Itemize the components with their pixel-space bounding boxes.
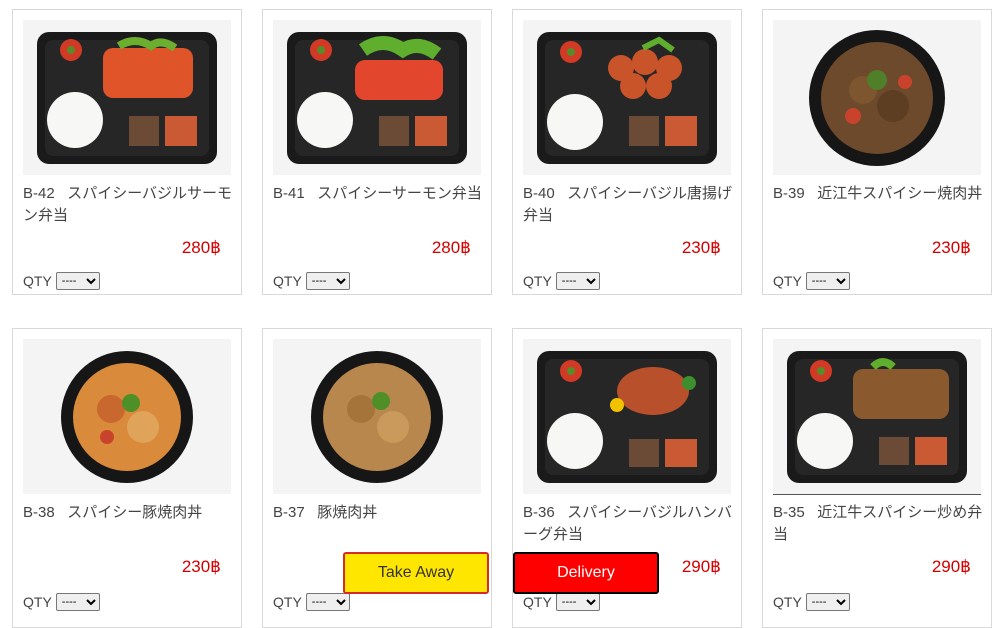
product-card[interactable]: B-41 スパイシーサーモン弁当 280฿ QTY ---- <box>262 9 492 295</box>
product-price: 280฿ <box>431 238 471 257</box>
qty-select[interactable]: ---- <box>805 593 850 611</box>
product-image[interactable] <box>23 20 231 175</box>
qty-control: QTY ---- <box>23 593 100 611</box>
product-image[interactable] <box>523 20 731 175</box>
qty-label: QTY <box>523 273 552 289</box>
product-image[interactable] <box>273 339 481 494</box>
product-name: B-38 スパイシー豚焼肉丼 <box>23 504 203 521</box>
product-name: B-41 スパイシーサーモン弁当 <box>273 185 482 202</box>
qty-label: QTY <box>773 273 802 289</box>
product-price: 290฿ <box>931 557 971 576</box>
product-name: B-35 近江牛スパイシー炒め弁当 <box>773 504 983 543</box>
product-price: 230฿ <box>181 557 221 576</box>
product-image[interactable] <box>273 20 481 175</box>
qty-select[interactable]: ---- <box>55 272 100 290</box>
product-card[interactable]: B-39 近江牛スパイシー焼肉丼 230฿ QTY ---- <box>762 9 992 295</box>
product-image[interactable] <box>773 20 981 175</box>
product-card[interactable]: B-42 スパイシーバジルサーモン弁当 280฿ QTY ---- <box>12 9 242 295</box>
product-card[interactable]: B-40 スパイシーバジル唐揚げ弁当 230฿ QTY ---- <box>512 9 742 295</box>
product-image[interactable] <box>523 339 731 494</box>
take-away-button[interactable]: Take Away <box>343 552 489 594</box>
product-name: B-37 豚焼肉丼 <box>273 504 378 521</box>
product-price: 230฿ <box>681 238 721 257</box>
qty-control: QTY ---- <box>273 593 350 611</box>
qty-select[interactable]: ---- <box>305 272 350 290</box>
product-card[interactable]: B-35 近江牛スパイシー炒め弁当 290฿ QTY ---- <box>762 328 992 628</box>
qty-control: QTY ---- <box>773 593 850 611</box>
qty-select[interactable]: ---- <box>305 593 350 611</box>
product-name: B-42 スパイシーバジルサーモン弁当 <box>23 185 233 224</box>
product-name: B-36 スパイシーバジルハンバーグ弁当 <box>523 504 733 543</box>
product-price: 290฿ <box>681 557 721 576</box>
qty-select[interactable]: ---- <box>555 593 600 611</box>
qty-label: QTY <box>273 273 302 289</box>
qty-select[interactable]: ---- <box>555 272 600 290</box>
qty-control: QTY ---- <box>523 593 600 611</box>
qty-label: QTY <box>23 273 52 289</box>
product-name: B-39 近江牛スパイシー焼肉丼 <box>773 185 983 202</box>
qty-control: QTY ---- <box>23 272 100 290</box>
qty-select[interactable]: ---- <box>55 593 100 611</box>
delivery-button[interactable]: Delivery <box>513 552 659 594</box>
product-image[interactable] <box>23 339 231 494</box>
product-price: 280฿ <box>181 238 221 257</box>
product-card[interactable]: B-38 スパイシー豚焼肉丼 230฿ QTY ---- <box>12 328 242 628</box>
product-image[interactable] <box>773 339 981 495</box>
qty-control: QTY ---- <box>273 272 350 290</box>
qty-control: QTY ---- <box>773 272 850 290</box>
product-price: 230฿ <box>931 238 971 257</box>
qty-control: QTY ---- <box>523 272 600 290</box>
product-name: B-40 スパイシーバジル唐揚げ弁当 <box>523 185 733 224</box>
qty-select[interactable]: ---- <box>805 272 850 290</box>
